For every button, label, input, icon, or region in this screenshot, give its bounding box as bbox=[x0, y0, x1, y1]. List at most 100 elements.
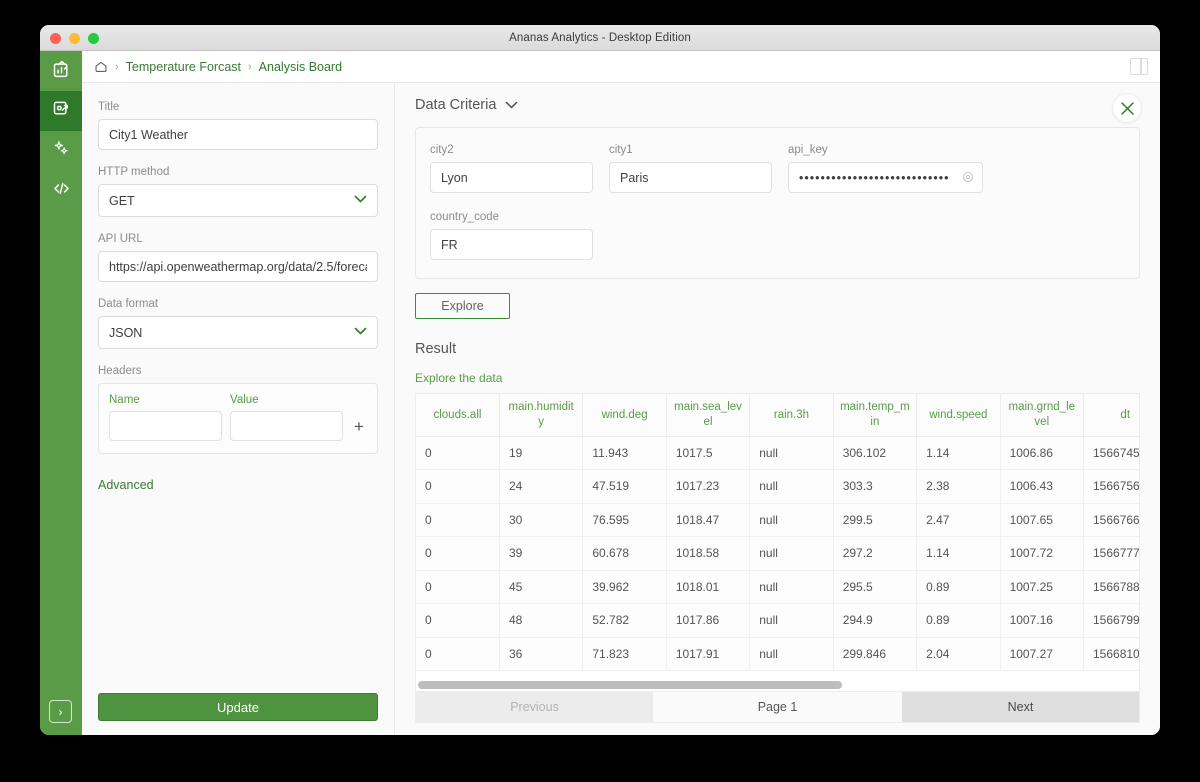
table-cell: 45 bbox=[499, 570, 584, 604]
http-method-select[interactable]: GET bbox=[98, 184, 378, 217]
table-row[interactable]: 0 30 76.595 1018.47 null 299.5 2.47 1007.65 1566… bbox=[416, 503, 1139, 537]
table-cell: 2.38 bbox=[916, 469, 1001, 504]
table-cell: 47.519 bbox=[582, 469, 667, 504]
rail-item-data-source[interactable] bbox=[40, 91, 82, 131]
breadcrumb-separator-1: › bbox=[115, 60, 119, 73]
eye-icon[interactable] bbox=[961, 170, 975, 184]
table-column-header[interactable]: main.humidity bbox=[499, 394, 584, 437]
rail-item-analytics[interactable] bbox=[40, 51, 82, 91]
table-column-header[interactable]: main.grnd_level bbox=[1000, 394, 1085, 437]
breadcrumb: › Temperature Forcast › Analysis Board bbox=[82, 51, 1160, 83]
data-criteria-title: Data Criteria bbox=[415, 97, 497, 113]
table-cell: 30 bbox=[499, 503, 584, 537]
explore-button[interactable]: Explore bbox=[415, 293, 510, 319]
table-row[interactable]: 0 19 11.943 1017.5 null 306.102 1.14 1006.86 156… bbox=[416, 436, 1139, 470]
table-cell: 303.3 bbox=[833, 469, 918, 504]
horizontal-scrollbar[interactable] bbox=[418, 681, 1137, 689]
result-table: clouds.all main.humidity wind.deg main.sea_… bbox=[416, 394, 1139, 671]
table-row[interactable]: 0 39 60.678 1018.58 null 297.2 1.14 1007.72 1566… bbox=[416, 536, 1139, 571]
table-cell: 1017.91 bbox=[666, 637, 751, 671]
table-cell: 1007.72 bbox=[1000, 536, 1085, 571]
chevron-down-icon[interactable] bbox=[505, 98, 518, 112]
table-column-header[interactable]: wind.speed bbox=[916, 394, 1001, 437]
table-cell: 11.943 bbox=[582, 436, 667, 470]
close-window-button[interactable] bbox=[50, 33, 61, 44]
breadcrumb-item-temperature-forcast[interactable]: Temperature Forcast bbox=[126, 60, 241, 74]
panel-layout-icon[interactable] bbox=[1130, 58, 1148, 75]
table-row[interactable]: 0 45 39.962 1018.01 null 295.5 0.89 1007.25 1566… bbox=[416, 570, 1139, 604]
table-cell: null bbox=[749, 637, 834, 671]
rail-item-settings[interactable] bbox=[40, 131, 82, 171]
api-key-input[interactable] bbox=[788, 162, 983, 193]
city2-input[interactable] bbox=[430, 162, 593, 193]
table-column-header[interactable]: rain.3h bbox=[749, 394, 834, 437]
table-column-header[interactable]: clouds.all bbox=[416, 394, 500, 437]
data-format-label: Data format bbox=[98, 298, 159, 310]
add-header-button[interactable]: + bbox=[351, 411, 367, 441]
advanced-link[interactable]: Advanced bbox=[98, 478, 378, 492]
window-titlebar: Ananas Analytics - Desktop Edition bbox=[40, 25, 1160, 51]
header-value-input[interactable] bbox=[230, 411, 343, 441]
left-panel-scroll: Title HTTP method GET API URL Data forma… bbox=[82, 83, 394, 683]
table-cell: 1018.47 bbox=[666, 503, 751, 537]
table-column-header[interactable]: wind.deg bbox=[582, 394, 667, 437]
close-icon[interactable] bbox=[1112, 93, 1142, 123]
table-column-header[interactable]: dt bbox=[1083, 394, 1139, 437]
rail-expand-toggle[interactable]: › bbox=[49, 700, 72, 723]
table-column-header[interactable]: main.sea_level bbox=[666, 394, 751, 437]
table-cell: 1018.58 bbox=[666, 536, 751, 571]
table-cell: 0 bbox=[416, 436, 500, 470]
table-cell: 0 bbox=[416, 469, 500, 504]
table-cell: null bbox=[749, 503, 834, 537]
country-code-input[interactable] bbox=[430, 229, 593, 260]
table-header-row: clouds.all main.humidity wind.deg main.sea_… bbox=[416, 394, 1139, 437]
gears-icon bbox=[51, 138, 72, 164]
table-row[interactable]: 0 24 47.519 1017.23 null 303.3 2.38 1006.43 1566… bbox=[416, 469, 1139, 504]
breadcrumb-separator-2: › bbox=[248, 60, 252, 73]
table-cell: 1007.16 bbox=[1000, 603, 1085, 638]
result-title: Result bbox=[415, 341, 457, 357]
country-code-label: country_code bbox=[430, 211, 500, 223]
criteria-field-city1: city1 bbox=[609, 144, 772, 193]
city1-label: city1 bbox=[609, 144, 633, 156]
content-area: Title HTTP method GET API URL Data forma… bbox=[82, 83, 1160, 735]
table-cell: null bbox=[749, 536, 834, 571]
table-cell: 1007.25 bbox=[1000, 570, 1085, 604]
table-cell: 294.9 bbox=[833, 603, 918, 638]
update-button[interactable]: Update bbox=[98, 693, 378, 721]
table-cell: 0 bbox=[416, 570, 500, 604]
criteria-box: city2 city1 api_key bbox=[415, 127, 1140, 279]
maximize-window-button[interactable] bbox=[88, 33, 99, 44]
window-body: › › Temperature Forcast › Analysis Board bbox=[40, 51, 1160, 735]
table-cell: 1017.23 bbox=[666, 469, 751, 504]
header-name-input[interactable] bbox=[109, 411, 222, 441]
criteria-field-api-key: api_key bbox=[788, 144, 983, 193]
table-column-header[interactable]: main.temp_min bbox=[833, 394, 918, 437]
table-row[interactable]: 0 48 52.782 1017.86 null 294.9 0.89 1007.16 1566… bbox=[416, 603, 1139, 638]
city1-input[interactable] bbox=[609, 162, 772, 193]
data-format-select[interactable]: JSON bbox=[98, 316, 378, 349]
next-page-button[interactable]: Next bbox=[901, 692, 1139, 722]
table-cell: 76.595 bbox=[582, 503, 667, 537]
breadcrumb-item-analysis-board[interactable]: Analysis Board bbox=[259, 60, 342, 74]
api-url-input[interactable] bbox=[98, 251, 378, 282]
table-row[interactable]: 0 36 71.823 1017.91 null 299.846 2.04 1007.27 15… bbox=[416, 637, 1139, 671]
rail-item-code[interactable] bbox=[40, 171, 82, 211]
table-body: 0 19 11.943 1017.5 null 306.102 1.14 1006.86 156… bbox=[416, 436, 1139, 671]
title-label: Title bbox=[98, 101, 120, 113]
update-button-wrap: Update bbox=[82, 683, 394, 735]
minimize-window-button[interactable] bbox=[69, 33, 80, 44]
window-title: Ananas Analytics - Desktop Edition bbox=[509, 31, 691, 44]
criteria-field-country-code: country_code bbox=[430, 211, 593, 260]
table-cell: 2.47 bbox=[916, 503, 1001, 537]
previous-page-button[interactable]: Previous bbox=[416, 692, 654, 722]
header-value-label: Value bbox=[230, 394, 259, 406]
explore-the-data-label: Explore the data bbox=[415, 371, 503, 385]
scrollbar-thumb[interactable] bbox=[418, 681, 843, 689]
table-cell: 2.04 bbox=[916, 637, 1001, 671]
data-criteria-header: Data Criteria bbox=[415, 97, 1140, 113]
table-cell: 15668100 bbox=[1083, 637, 1139, 671]
table-cell: 0 bbox=[416, 536, 500, 571]
home-icon[interactable] bbox=[94, 60, 108, 74]
title-input[interactable] bbox=[98, 119, 378, 150]
